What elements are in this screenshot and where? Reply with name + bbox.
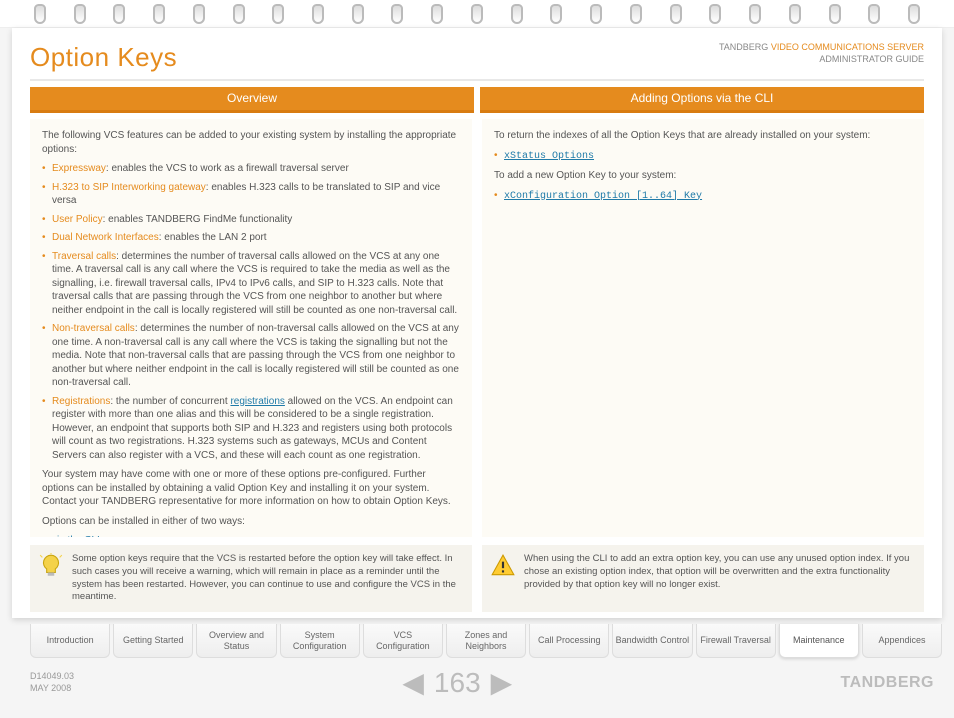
page-title: Option Keys [30, 42, 177, 73]
tab-overview-and-status[interactable]: Overview and Status [196, 624, 276, 658]
list-item: Non-traversal calls: determines the numb… [42, 322, 460, 390]
guide-type: ADMINISTRATOR GUIDE [819, 54, 924, 64]
tab-appendices[interactable]: Appendices [862, 624, 942, 658]
cli-p1: To return the indexes of all the Option … [494, 129, 912, 143]
page-footer: D14049.03 MAY 2008 ◀ 163 ▶ TANDBERG [30, 666, 934, 699]
spiral-binding [0, 0, 954, 28]
list-item: Dual Network Interfaces: enables the LAN… [42, 231, 460, 245]
list-item: Expressway: enables the VCS to work as a… [42, 162, 460, 176]
via-cli-link[interactable]: via the CLI [52, 535, 100, 537]
product-name: VIDEO COMMUNICATIONS SERVER [771, 42, 924, 52]
tab-maintenance[interactable]: Maintenance [779, 624, 859, 658]
lightbulb-icon [38, 553, 64, 579]
pager: ◀ 163 ▶ [402, 666, 512, 699]
list-item: H.323 to SIP Interworking gateway: enabl… [42, 181, 460, 208]
tab-vcs-configuration[interactable]: VCS Configuration [363, 624, 443, 658]
tab-introduction[interactable]: Introduction [30, 624, 110, 658]
company-name: TANDBERG [719, 42, 768, 52]
overview-para2: Options can be installed in either of tw… [42, 515, 460, 529]
cli-warning-note: When using the CLI to add an extra optio… [482, 545, 924, 612]
list-item: User Policy: enables TANDBERG FindMe fun… [42, 213, 460, 227]
doc-info: D14049.03 MAY 2008 [30, 671, 74, 694]
tab-firewall-traversal[interactable]: Firewall Traversal [696, 624, 776, 658]
next-page-arrow[interactable]: ▶ [491, 666, 513, 699]
page-body: Option Keys TANDBERG VIDEO COMMUNICATION… [12, 28, 942, 618]
note-text: Some option keys require that the VCS is… [72, 553, 456, 602]
overview-para1: Your system may have come with one or mo… [42, 468, 460, 509]
notes-row: Some option keys require that the VCS is… [30, 545, 924, 612]
list-item: Registrations: the number of concurrent … [42, 395, 460, 463]
warning-icon [490, 553, 516, 579]
note-text: When using the CLI to add an extra optio… [524, 553, 909, 590]
overview-column: The following VCS features can be added … [30, 119, 472, 537]
doc-date: MAY 2008 [30, 683, 71, 693]
list-item: via the CLI. [42, 534, 460, 537]
xconfig-link[interactable]: xConfiguration Option [1..64] Key [504, 191, 702, 202]
restart-note: Some option keys require that the VCS is… [30, 545, 472, 612]
nav-tabs: IntroductionGetting StartedOverview and … [30, 624, 942, 658]
doc-number: D14049.03 [30, 671, 74, 681]
overview-intro: The following VCS features can be added … [42, 129, 460, 156]
cli-header: Adding Options via the CLI [480, 87, 924, 113]
tab-call-processing[interactable]: Call Processing [529, 624, 609, 658]
feature-list: Expressway: enables the VCS to work as a… [42, 162, 460, 462]
doc-identity: TANDBERG VIDEO COMMUNICATIONS SERVER ADM… [719, 42, 924, 65]
prev-page-arrow[interactable]: ◀ [402, 666, 424, 699]
cli-p2: To add a new Option Key to your system: [494, 169, 912, 183]
tab-zones-and-neighbors[interactable]: Zones and Neighbors [446, 624, 526, 658]
page-number: 163 [434, 667, 481, 699]
list-item: xStatus Options [494, 149, 912, 164]
tab-getting-started[interactable]: Getting Started [113, 624, 193, 658]
cli-column: To return the indexes of all the Option … [482, 119, 924, 537]
brand-logo: TANDBERG [841, 674, 934, 692]
column-headers: Overview Adding Options via the CLI [30, 87, 924, 113]
tab-system-configuration[interactable]: System Configuration [280, 624, 360, 658]
list-item: xConfiguration Option [1..64] Key [494, 189, 912, 204]
list-item: Traversal calls: determines the number o… [42, 250, 460, 318]
page-header: Option Keys TANDBERG VIDEO COMMUNICATION… [30, 42, 924, 81]
xstatus-link[interactable]: xStatus Options [504, 151, 594, 162]
tab-bandwidth-control[interactable]: Bandwidth Control [612, 624, 692, 658]
overview-header: Overview [30, 87, 474, 113]
registrations-link[interactable]: registrations [230, 396, 284, 407]
method-list: via the CLI. via the web interface. [42, 534, 460, 537]
